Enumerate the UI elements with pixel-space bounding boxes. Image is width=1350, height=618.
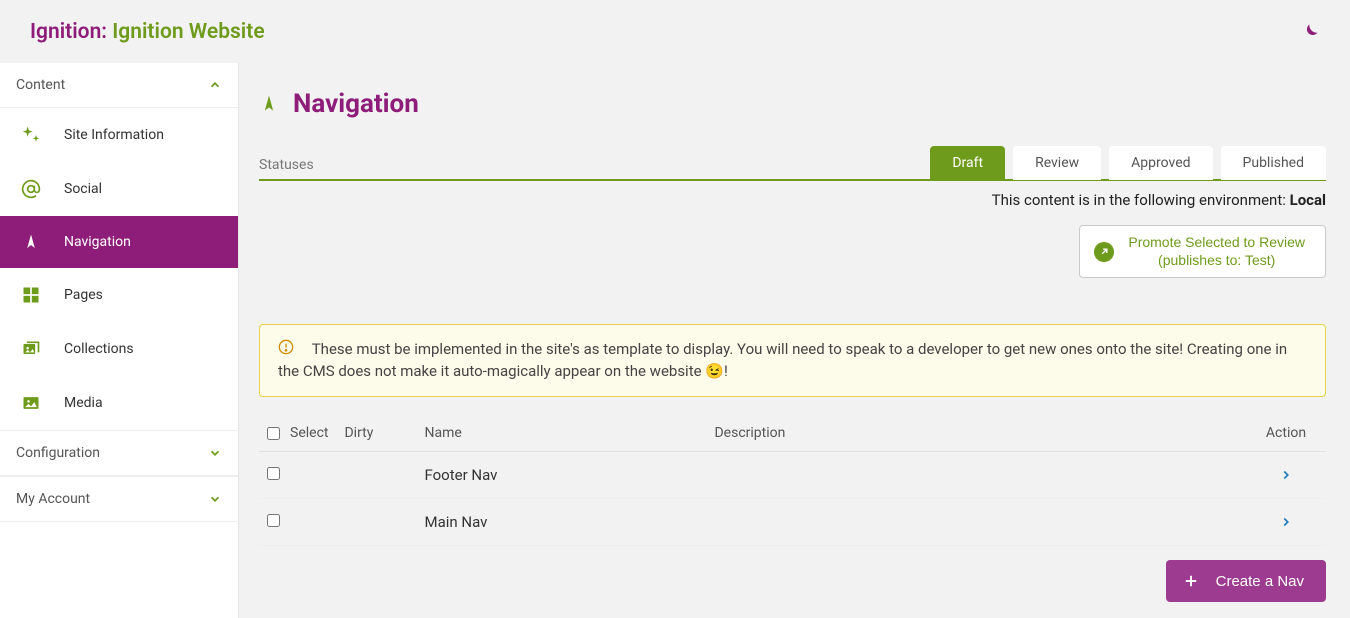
sidebar-item-label: Collections	[64, 341, 134, 357]
sidebar-item-label: Navigation	[64, 234, 131, 250]
sidebar-item-label: Social	[64, 181, 102, 197]
promote-selected-button[interactable]: Promote Selected to Review (publishes to…	[1079, 225, 1326, 278]
row-action-button[interactable]	[1254, 515, 1318, 529]
sidebar-item-collections[interactable]: Collections	[0, 322, 238, 376]
status-tabs: Draft Review Approved Published	[930, 146, 1326, 180]
chevron-up-icon	[208, 78, 222, 92]
alert-text: These must be implemented in the site's …	[278, 340, 1287, 380]
statuses-label: Statuses	[259, 157, 314, 179]
row-checkbox[interactable]	[267, 514, 280, 527]
sidebar-item-label: Site Information	[64, 127, 164, 143]
grid-icon	[20, 285, 42, 305]
col-dirty: Dirty	[336, 415, 416, 452]
col-select: Select	[290, 425, 328, 441]
environment-prefix: This content is in the following environ…	[992, 191, 1290, 209]
compass-icon	[259, 94, 279, 114]
sidebar-section-my-account[interactable]: My Account	[0, 476, 238, 522]
sidebar-item-media[interactable]: Media	[0, 376, 238, 430]
sidebar-item-navigation[interactable]: Navigation	[0, 216, 238, 268]
chevron-down-icon	[208, 492, 222, 506]
row-description	[706, 499, 1246, 546]
sidebar-item-social[interactable]: Social	[0, 162, 238, 216]
sidebar-section-label: My Account	[16, 491, 90, 507]
brand-prefix: Ignition:	[30, 20, 107, 44]
table-row: Footer Nav	[259, 452, 1326, 499]
col-name: Name	[416, 415, 706, 452]
status-tab-published[interactable]: Published	[1221, 146, 1326, 180]
chevron-down-icon	[208, 446, 222, 460]
sidebar-section-label: Configuration	[16, 445, 100, 461]
col-description: Description	[706, 415, 1246, 452]
status-tab-review[interactable]: Review	[1013, 146, 1101, 180]
main-content: Navigation Statuses Draft Review Approve…	[239, 63, 1350, 618]
compass-icon	[20, 233, 42, 251]
page-title: Navigation	[293, 89, 419, 119]
sidebar-item-site-information[interactable]: Site Information	[0, 108, 238, 162]
environment-notice: This content is in the following environ…	[259, 191, 1326, 209]
navigation-table: Select Dirty Name Description Action Foo…	[259, 415, 1326, 546]
create-nav-label: Create a Nav	[1216, 573, 1304, 590]
row-action-button[interactable]	[1254, 468, 1318, 482]
sidebar-section-content[interactable]: Content	[0, 63, 238, 108]
theme-toggle-icon[interactable]	[1300, 22, 1320, 42]
at-icon	[20, 179, 42, 199]
environment-value: Local	[1290, 191, 1326, 209]
create-nav-button[interactable]: Create a Nav	[1166, 560, 1326, 602]
promote-line1: Promote Selected to Review	[1128, 234, 1305, 252]
row-name: Footer Nav	[416, 452, 706, 499]
app-header: Ignition: Ignition Website	[0, 0, 1350, 63]
sparkles-icon	[20, 125, 42, 145]
arrow-up-right-icon	[1094, 242, 1114, 262]
image-stack-icon	[20, 339, 42, 359]
row-checkbox[interactable]	[267, 467, 280, 480]
sidebar-section-label: Content	[16, 77, 65, 93]
sidebar-section-configuration[interactable]: Configuration	[0, 430, 238, 476]
warning-icon	[278, 341, 298, 359]
row-name: Main Nav	[416, 499, 706, 546]
select-all-checkbox[interactable]	[267, 427, 280, 440]
sidebar-item-label: Pages	[64, 287, 103, 303]
brand: Ignition: Ignition Website	[30, 20, 265, 44]
promote-line2: (publishes to: Test)	[1128, 252, 1305, 270]
table-row: Main Nav	[259, 499, 1326, 546]
brand-suffix: Ignition Website	[112, 20, 264, 44]
col-action: Action	[1246, 415, 1326, 452]
row-description	[706, 452, 1246, 499]
status-tab-draft[interactable]: Draft	[930, 146, 1005, 180]
info-alert: These must be implemented in the site's …	[259, 324, 1326, 397]
sidebar: Content Site Information Social Navigati…	[0, 63, 239, 618]
image-icon	[20, 393, 42, 413]
sidebar-item-pages[interactable]: Pages	[0, 268, 238, 322]
sidebar-item-label: Media	[64, 395, 103, 411]
plus-icon	[1182, 572, 1200, 590]
status-tab-approved[interactable]: Approved	[1109, 146, 1212, 180]
